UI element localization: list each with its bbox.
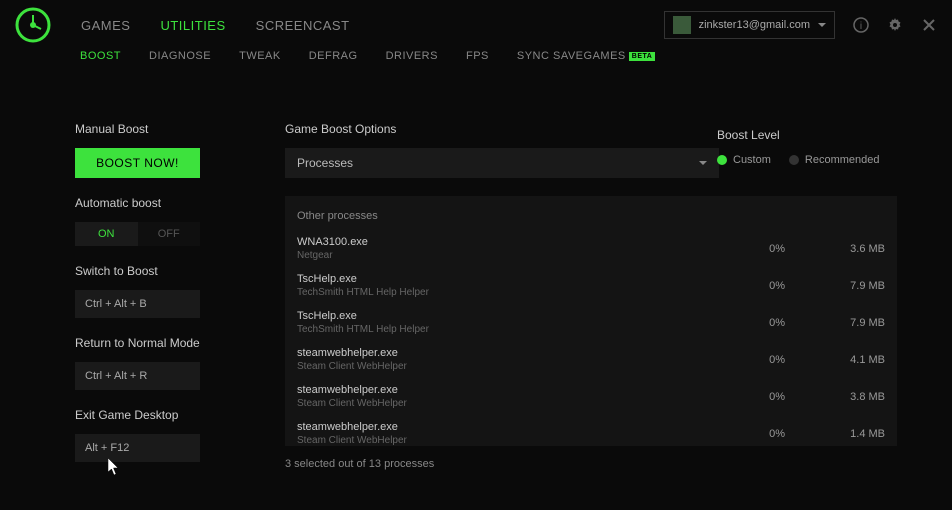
subnav-fps[interactable]: FPS [466, 50, 489, 62]
process-cpu: 0% [715, 243, 785, 255]
selection-summary: 3 selected out of 13 processes [285, 446, 877, 470]
manual-boost-title: Manual Boost [75, 122, 225, 136]
subnav-diagnose[interactable]: DIAGNOSE [149, 50, 211, 62]
process-cpu: 0% [715, 317, 785, 329]
user-dropdown[interactable]: zinkster13@gmail.com [664, 11, 835, 39]
subnav-boost[interactable]: BOOST [80, 50, 121, 62]
process-group-header: Other processes [285, 196, 897, 230]
process-row[interactable]: steamwebhelper.exe Steam Client WebHelper… [285, 378, 897, 415]
process-mem: 3.8 MB [785, 391, 885, 403]
sub-nav: BOOST DIAGNOSE TWEAK DEFRAG DRIVERS FPS … [0, 50, 952, 62]
process-row[interactable]: TscHelp.exe TechSmith HTML Help Helper0%7… [285, 267, 897, 304]
process-name: steamwebhelper.exe [297, 347, 715, 359]
process-cpu: 0% [715, 354, 785, 366]
auto-boost-title: Automatic boost [75, 196, 225, 210]
beta-badge: BETA [629, 52, 656, 61]
process-cpu: 0% [715, 428, 785, 440]
process-cpu: 0% [715, 280, 785, 292]
chevron-down-icon [699, 161, 707, 165]
app-logo [15, 7, 51, 43]
process-name: WNA3100.exe [297, 236, 715, 248]
gear-icon[interactable] [887, 17, 903, 33]
process-name: steamwebhelper.exe [297, 384, 715, 396]
boost-level-recommended[interactable]: Recommended [789, 154, 880, 166]
toggle-on[interactable]: ON [75, 222, 138, 246]
boost-level-title: Boost Level [717, 128, 877, 142]
subnav-tweak[interactable]: TWEAK [239, 50, 281, 62]
dropdown-label: Processes [297, 156, 353, 170]
return-normal-hotkey[interactable]: Ctrl + Alt + R [75, 362, 200, 390]
process-row[interactable]: WNA3100.exe Netgear0%3.6 MB [285, 230, 897, 267]
exit-desktop-hotkey[interactable]: Alt + F12 [75, 434, 200, 462]
toggle-off[interactable]: OFF [138, 222, 201, 246]
process-desc: Steam Client WebHelper [297, 398, 715, 409]
nav-utilities[interactable]: UTILITIES [160, 18, 225, 33]
boost-level-custom[interactable]: Custom [717, 154, 771, 166]
auto-boost-toggle[interactable]: ON OFF [75, 222, 200, 246]
process-mem: 3.6 MB [785, 243, 885, 255]
process-row[interactable]: steamwebhelper.exe Steam Client WebHelper… [285, 341, 897, 378]
radio-dot-off [789, 155, 799, 165]
nav-screencast[interactable]: SCREENCAST [256, 18, 350, 33]
processes-dropdown[interactable]: Processes [285, 148, 719, 178]
avatar [673, 16, 691, 34]
process-desc: Steam Client WebHelper [297, 435, 715, 446]
switch-boost-hotkey[interactable]: Ctrl + Alt + B [75, 290, 200, 318]
info-icon[interactable]: i [853, 17, 869, 33]
process-row[interactable]: steamwebhelper.exe Steam Client WebHelper… [285, 415, 897, 446]
process-mem: 7.9 MB [785, 280, 885, 292]
switch-boost-title: Switch to Boost [75, 264, 225, 278]
process-mem: 7.9 MB [785, 317, 885, 329]
process-name: TscHelp.exe [297, 273, 715, 285]
process-row[interactable]: TscHelp.exe TechSmith HTML Help Helper0%7… [285, 304, 897, 341]
user-email: zinkster13@gmail.com [699, 19, 810, 31]
exit-desktop-title: Exit Game Desktop [75, 408, 225, 422]
chevron-down-icon [818, 23, 826, 27]
process-desc: TechSmith HTML Help Helper [297, 324, 715, 335]
svg-text:i: i [860, 21, 862, 32]
main-nav: GAMES UTILITIES SCREENCAST [81, 18, 350, 33]
radio-dot-on [717, 155, 727, 165]
subnav-sync[interactable]: SYNC SAVEGAMESBETA [517, 50, 655, 62]
process-desc: TechSmith HTML Help Helper [297, 287, 715, 298]
process-name: TscHelp.exe [297, 310, 715, 322]
process-desc: Netgear [297, 250, 715, 261]
process-list[interactable]: Other processes WNA3100.exeNetgear0%3.6 … [285, 196, 897, 446]
return-normal-title: Return to Normal Mode [75, 336, 225, 350]
process-mem: 4.1 MB [785, 354, 885, 366]
process-cpu: 0% [715, 391, 785, 403]
close-icon[interactable] [921, 17, 937, 33]
process-name: steamwebhelper.exe [297, 421, 715, 433]
boost-now-button[interactable]: BOOST NOW! [75, 148, 200, 178]
process-mem: 1.4 MB [785, 428, 885, 440]
nav-games[interactable]: GAMES [81, 18, 130, 33]
subnav-defrag[interactable]: DEFRAG [309, 50, 358, 62]
process-desc: Steam Client WebHelper [297, 361, 715, 372]
subnav-drivers[interactable]: DRIVERS [386, 50, 438, 62]
